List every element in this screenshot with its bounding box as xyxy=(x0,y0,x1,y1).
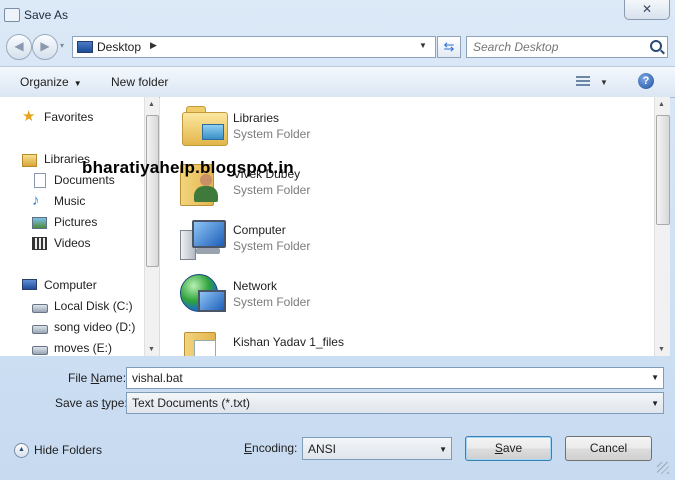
scroll-up-icon[interactable]: ▲ xyxy=(148,101,155,108)
organize-menu-button[interactable]: Organize ▼ xyxy=(20,75,82,89)
save-as-dialog: Save As ✕ ◀ ▶ ▾ Desktop ▶ ▼ ⇆ Organize ▼ … xyxy=(0,0,675,480)
chevron-up-icon: ▲ xyxy=(14,443,29,458)
videos-icon xyxy=(32,237,47,250)
forward-button[interactable]: ▶ xyxy=(32,34,58,60)
title-bar[interactable]: Save As ✕ xyxy=(0,0,675,30)
scroll-up-icon[interactable]: ▲ xyxy=(658,101,665,108)
scroll-down-icon[interactable]: ▼ xyxy=(658,346,665,353)
list-item[interactable]: Libraries System Folder xyxy=(180,106,600,156)
command-toolbar: Organize ▼ New folder ▼ ? xyxy=(0,66,675,98)
resize-grip-icon[interactable] xyxy=(657,462,669,474)
back-button[interactable]: ◀ xyxy=(6,34,32,60)
save-as-type-label: Save as type: xyxy=(55,396,128,410)
breadcrumb-desktop[interactable]: Desktop xyxy=(97,40,141,54)
cancel-button[interactable]: Cancel xyxy=(565,436,652,461)
navigation-pane[interactable]: ★ Favorites Libraries Documents ♪ Music … xyxy=(0,97,158,356)
libraries-folder-icon xyxy=(182,106,228,146)
file-list[interactable]: Libraries System Folder Vivek Dubey Syst… xyxy=(160,97,654,356)
breadcrumb-arrow-icon[interactable]: ▶ xyxy=(150,40,157,51)
navigation-scrollbar[interactable]: ▲ ▼ xyxy=(144,97,159,356)
encoding-label: Encoding: xyxy=(244,441,298,455)
file-name-label: File Name: xyxy=(68,371,127,385)
help-icon[interactable]: ? xyxy=(638,73,654,89)
address-dropdown-icon[interactable]: ▼ xyxy=(419,41,427,50)
desktop-icon xyxy=(77,41,93,53)
hard-drive-icon xyxy=(32,304,48,313)
address-bar[interactable]: Desktop ▶ ▼ xyxy=(72,36,436,58)
file-name-input[interactable] xyxy=(132,370,632,385)
organize-label: Organize xyxy=(20,75,69,89)
documents-icon xyxy=(34,173,46,188)
save-as-type-value: Text Documents (*.txt) xyxy=(132,396,251,410)
close-button[interactable]: ✕ xyxy=(624,0,670,20)
pictures-icon xyxy=(32,217,47,229)
library-icon xyxy=(22,154,37,167)
window-icon xyxy=(4,8,20,22)
search-input[interactable] xyxy=(473,39,643,54)
save-button[interactable]: Save xyxy=(465,436,552,461)
new-folder-button[interactable]: New folder xyxy=(111,75,168,89)
drive-icon xyxy=(32,346,48,355)
file-name-combobox[interactable]: ▼ xyxy=(126,367,664,389)
chevron-down-icon[interactable]: ▼ xyxy=(651,373,659,382)
save-as-type-select[interactable]: Text Documents (*.txt) ▼ xyxy=(126,392,664,414)
refresh-button[interactable]: ⇆ xyxy=(437,36,461,58)
star-icon: ★ xyxy=(22,108,36,125)
scrollbar-thumb[interactable] xyxy=(146,115,159,267)
scrollbar-thumb[interactable] xyxy=(656,115,670,225)
scroll-down-icon[interactable]: ▼ xyxy=(148,346,155,353)
music-icon: ♪ xyxy=(32,192,40,209)
drive-icon xyxy=(32,325,48,334)
list-item[interactable]: Kishan Yadav 1_files xyxy=(180,330,600,356)
watermark-text: bharatiyahelp.blogspot.in xyxy=(82,158,294,177)
encoding-select[interactable]: ANSI ▼ xyxy=(302,437,452,460)
list-item[interactable]: Network System Folder xyxy=(180,274,600,324)
views-dropdown-icon[interactable]: ▼ xyxy=(600,78,608,87)
computer-icon xyxy=(22,279,37,290)
chevron-down-icon: ▼ xyxy=(73,79,82,88)
chevron-down-icon[interactable]: ▼ xyxy=(651,399,659,408)
encoding-value: ANSI xyxy=(308,442,337,456)
chevron-down-icon[interactable]: ▼ xyxy=(439,445,447,454)
file-list-scrollbar[interactable]: ▲ ▼ xyxy=(654,97,670,356)
list-item[interactable]: Computer System Folder xyxy=(180,218,600,268)
window-title: Save As xyxy=(24,8,69,22)
change-view-icon[interactable] xyxy=(576,75,590,88)
recent-pages-dropdown[interactable]: ▾ xyxy=(60,41,64,50)
search-box[interactable] xyxy=(466,36,668,58)
search-icon[interactable] xyxy=(650,40,662,52)
